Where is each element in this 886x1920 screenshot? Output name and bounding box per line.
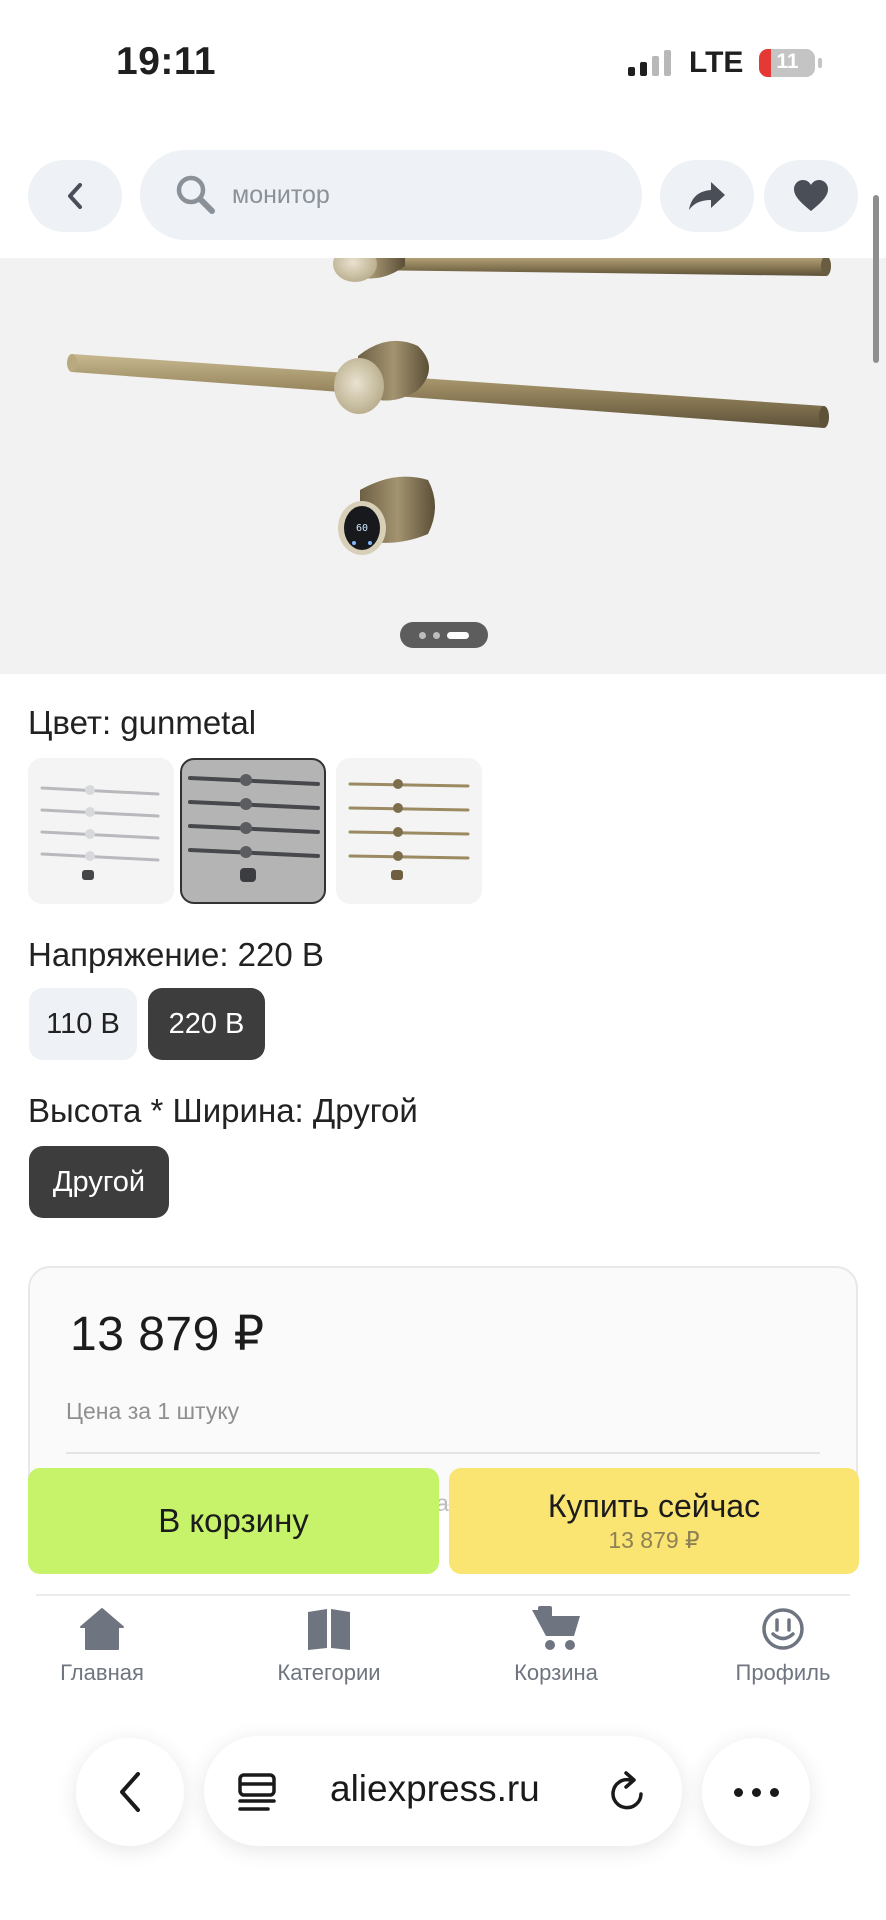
nav-divider bbox=[36, 1594, 850, 1596]
status-time: 19:11 bbox=[116, 40, 217, 83]
share-icon bbox=[689, 182, 725, 210]
color-option-label: Цвет: gunmetal bbox=[28, 704, 257, 741]
search-bar[interactable]: монитор bbox=[140, 150, 642, 240]
thermostat-display: 60 bbox=[356, 523, 368, 534]
cart-icon bbox=[532, 1606, 580, 1650]
product-image-gallery[interactable]: 60 bbox=[0, 258, 886, 674]
more-icon-dot bbox=[751, 1787, 761, 1797]
browser-back-button[interactable] bbox=[76, 1738, 184, 1846]
cellular-signal-icon bbox=[628, 50, 671, 76]
browser-url[interactable]: aliexpress.ru bbox=[330, 1768, 540, 1810]
page-scrollbar[interactable] bbox=[873, 195, 879, 363]
color-swatch-gunmetal[interactable] bbox=[180, 758, 326, 904]
chevron-left-icon bbox=[68, 183, 82, 209]
pagination-dot-active[interactable] bbox=[447, 631, 469, 639]
nav-label: Главная bbox=[60, 1660, 144, 1685]
status-indicators: LTE 11 bbox=[628, 46, 823, 80]
browser-more-button[interactable] bbox=[702, 1738, 810, 1846]
color-swatch-gold[interactable] bbox=[336, 758, 482, 904]
buy-now-button[interactable]: Купить сейчас 13 879 ₽ bbox=[449, 1468, 859, 1574]
search-icon bbox=[176, 175, 215, 214]
search-input[interactable]: монитор bbox=[232, 181, 330, 210]
divider bbox=[66, 1452, 820, 1454]
more-icon-dot bbox=[769, 1787, 779, 1797]
battery-tip bbox=[818, 58, 823, 68]
color-swatch-silver[interactable] bbox=[28, 758, 174, 904]
network-type: LTE bbox=[689, 46, 744, 79]
add-to-cart-button[interactable]: В корзину bbox=[28, 1468, 439, 1574]
chevron-left-icon bbox=[120, 1772, 140, 1812]
nav-label: Корзина bbox=[514, 1660, 598, 1685]
nav-item-profile[interactable]: Профиль bbox=[683, 1606, 883, 1686]
size-option-label: Высота * Ширина: Другой bbox=[28, 1092, 418, 1129]
book-icon bbox=[308, 1609, 350, 1650]
reload-icon bbox=[611, 1771, 643, 1810]
price-per-unit-note: Цена за 1 штуку bbox=[66, 1398, 240, 1424]
voltage-option-label: Напряжение: 220 В bbox=[28, 936, 324, 973]
nav-item-home[interactable]: Главная bbox=[2, 1606, 202, 1686]
buy-now-label: Купить сейчас bbox=[547, 1488, 761, 1524]
home-icon bbox=[80, 1608, 124, 1650]
nav-item-categories[interactable]: Категории bbox=[229, 1606, 429, 1686]
buy-now-price: 13 879 ₽ bbox=[608, 1527, 700, 1553]
favorite-button[interactable] bbox=[764, 160, 858, 232]
nav-item-cart[interactable]: Корзина bbox=[456, 1606, 656, 1686]
pagination-dot[interactable] bbox=[419, 631, 426, 639]
heart-icon bbox=[794, 180, 828, 211]
nav-label: Категории bbox=[277, 1660, 381, 1685]
swatch-thumbnail bbox=[348, 779, 470, 880]
smiley-icon bbox=[762, 1608, 804, 1650]
gallery-pagination[interactable] bbox=[400, 622, 488, 648]
more-icon-dot bbox=[733, 1787, 743, 1797]
pagination-dot[interactable] bbox=[433, 631, 440, 639]
voltage-chip-220[interactable]: 220 В bbox=[148, 988, 265, 1060]
page-menu-button[interactable] bbox=[238, 1772, 276, 1817]
battery-icon: 11 bbox=[759, 49, 816, 77]
size-chip-other[interactable]: Другой bbox=[29, 1146, 169, 1218]
product-image: 60 bbox=[67, 258, 831, 555]
share-button[interactable] bbox=[660, 160, 754, 232]
swatch-thumbnail bbox=[40, 785, 160, 880]
price-value: 13 879 ₽ bbox=[70, 1308, 265, 1361]
voltage-chip-110[interactable]: 110 В bbox=[29, 988, 137, 1060]
reload-button[interactable] bbox=[608, 1770, 648, 1819]
nav-label: Профиль bbox=[735, 1660, 831, 1685]
back-button[interactable] bbox=[28, 160, 122, 232]
swatch-thumbnail bbox=[188, 774, 320, 882]
page-menu-icon bbox=[238, 1773, 276, 1811]
battery-level: 11 bbox=[776, 50, 799, 73]
add-to-cart-label: В корзину bbox=[158, 1502, 309, 1539]
